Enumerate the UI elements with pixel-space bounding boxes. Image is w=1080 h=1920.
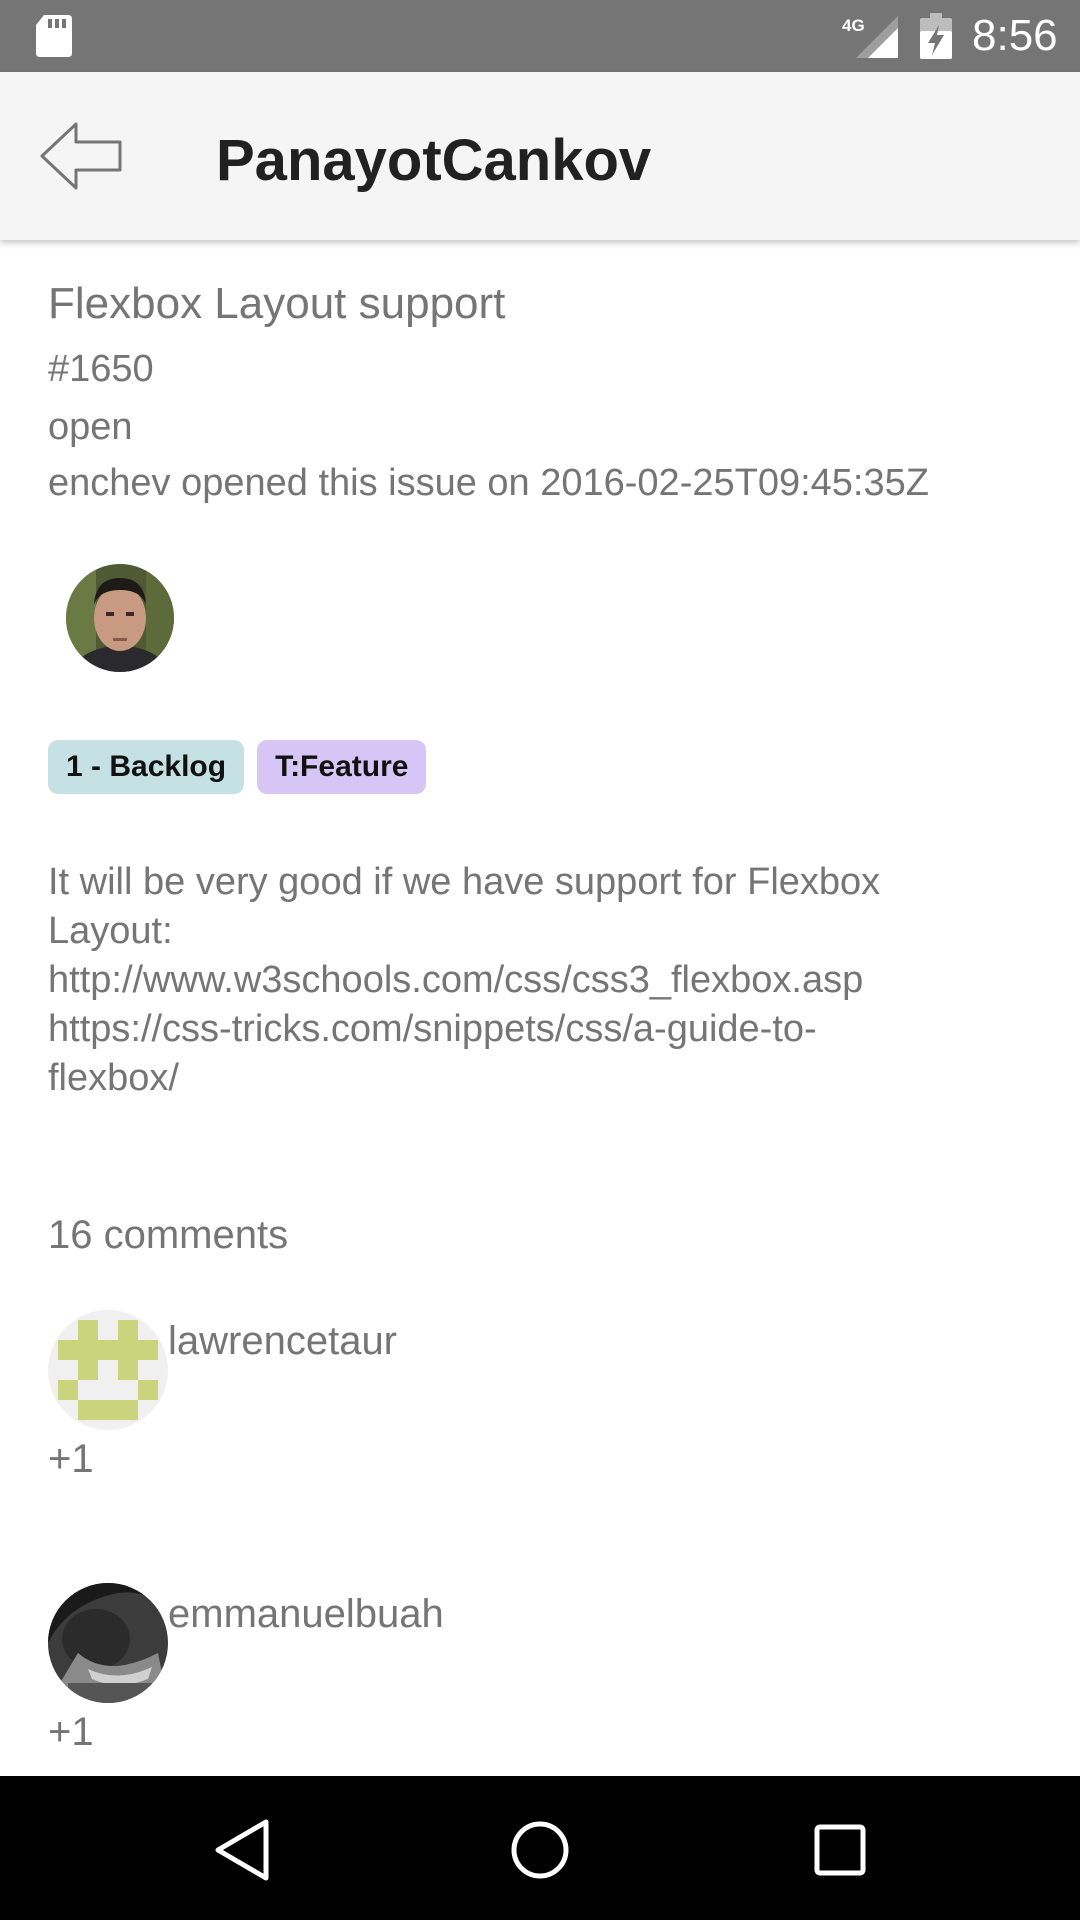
user-photo-image [48, 1583, 168, 1703]
comment-body: +1 [48, 1710, 94, 1754]
issue-body-link[interactable]: flexbox/ [48, 1054, 1038, 1103]
comment-avatar[interactable] [48, 1583, 168, 1703]
status-time: 8:56 [972, 11, 1058, 60]
comment-username[interactable]: lawrencetaur [168, 1316, 397, 1366]
nav-back-icon[interactable] [212, 1818, 272, 1882]
issue-state: open [48, 406, 133, 448]
signal-4g-icon: 4G [842, 16, 898, 58]
back-button[interactable] [36, 116, 132, 196]
nav-home-icon[interactable] [510, 1820, 570, 1880]
issue-number: #1650 [48, 348, 154, 390]
comment-username[interactable]: emmanuelbuah [168, 1589, 444, 1639]
issue-body-link[interactable]: http://www.w3schools.com/css/css3_flexbo… [48, 956, 1038, 1005]
battery-charging-icon [920, 13, 952, 59]
author-avatar-image [66, 564, 174, 672]
issue-body-line: It will be very good if we have support … [48, 861, 881, 903]
issue-meta: enchev opened this issue on 2016-02-25T0… [48, 462, 929, 504]
label-feature[interactable]: T:Feature [257, 740, 427, 794]
issue-title: Flexbox Layout support [48, 279, 506, 328]
issue-body-line: Layout: [48, 910, 173, 952]
app-title: PanayotCankov [216, 128, 652, 193]
label-backlog[interactable]: 1 - Backlog [48, 740, 245, 794]
app-bar: PanayotCankov [0, 72, 1080, 240]
comments-count: 16 comments [48, 1213, 289, 1257]
issue-body-link[interactable]: https://css-tricks.com/snippets/css/a-gu… [48, 1005, 1038, 1054]
nav-bar [0, 1776, 1080, 1920]
comment-avatar[interactable] [48, 1310, 168, 1430]
arrow-left-icon [40, 122, 122, 190]
issue-body: It will be very good if we have support … [48, 858, 1038, 1103]
labels-row: 1 - Backlog T:Feature [48, 740, 427, 794]
nav-recents-icon[interactable] [814, 1824, 866, 1876]
network-type-label: 4G [842, 16, 865, 35]
issue-content[interactable]: Flexbox Layout support #1650 open enchev… [0, 240, 1080, 1776]
status-bar: 4G 8:56 [0, 0, 1080, 72]
comment-body: +1 [48, 1437, 94, 1481]
identicon-image [48, 1310, 168, 1430]
sd-card-icon [36, 15, 72, 57]
author-avatar[interactable] [66, 564, 174, 672]
